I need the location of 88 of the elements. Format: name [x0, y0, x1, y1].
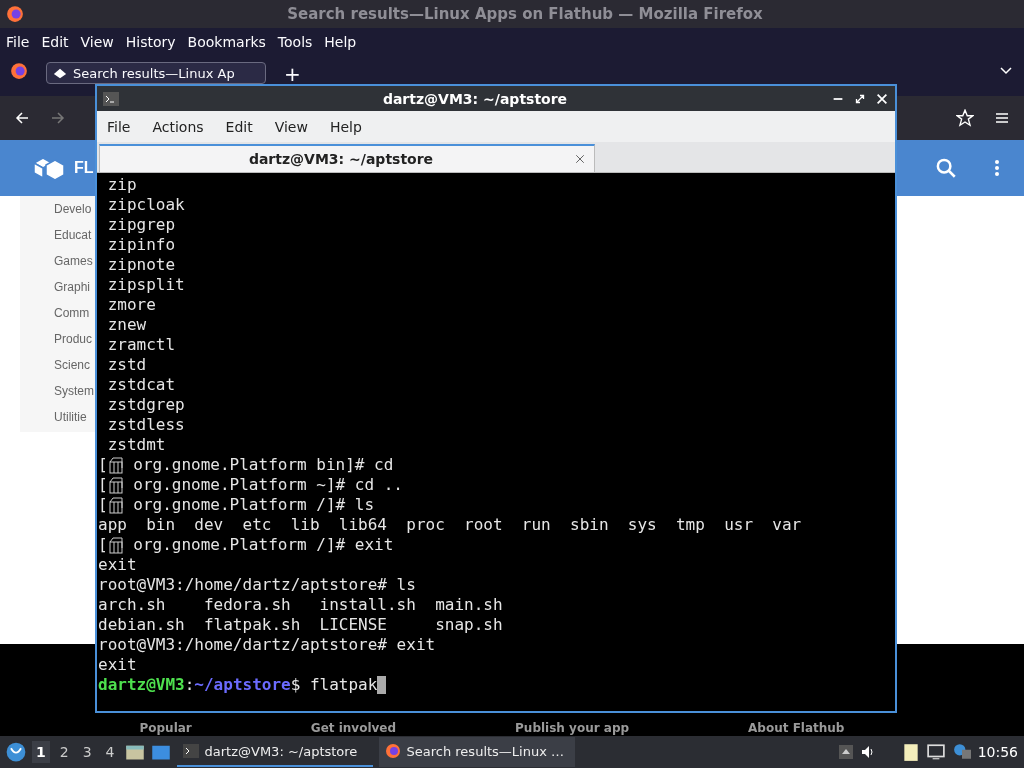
- category-link[interactable]: Scienc: [54, 358, 91, 372]
- terminal-line: zstdless: [106, 415, 185, 435]
- close-icon[interactable]: [875, 91, 889, 106]
- menu-item[interactable]: Bookmarks: [187, 34, 266, 50]
- brand-name: FL: [74, 159, 94, 177]
- terminal-line: org.gnome.Platform ~]# cd ..: [132, 475, 403, 495]
- terminal-line: debian.sh flatpak.sh LICENSE snap.sh: [98, 615, 503, 635]
- menu-item[interactable]: Edit: [41, 34, 69, 50]
- bracket-text: [: [98, 535, 108, 555]
- clipboard-icon[interactable]: [901, 742, 920, 762]
- workspace-button[interactable]: 2: [55, 741, 73, 763]
- text-cursor: [377, 676, 387, 694]
- terminal-line: zstdcat: [106, 375, 176, 395]
- terminal-line: zipsplit: [106, 275, 185, 295]
- category-link[interactable]: Develo: [54, 202, 92, 216]
- terminal-line: org.gnome.Platform /]# exit: [132, 535, 394, 555]
- terminal-line: zipnote: [106, 255, 176, 275]
- terminal-line: zstdgrep: [106, 395, 185, 415]
- footer-link[interactable]: Get involved: [310, 721, 397, 735]
- menu-item[interactable]: Edit: [225, 118, 253, 135]
- terminal-line: zramctl: [106, 335, 176, 355]
- taskbar-button[interactable]: Search results—Linux …: [378, 737, 575, 767]
- menu-item[interactable]: Tools: [277, 34, 313, 50]
- terminal-line: root@VM3:/home/dartz/aptstore# ls: [98, 575, 416, 595]
- terminal-line: zipgrep: [106, 215, 176, 235]
- menu-item[interactable]: File: [107, 118, 131, 135]
- terminal-line: org.gnome.Platform bin]# cd: [132, 455, 394, 475]
- browser-tab[interactable]: Search results—Linux Ap: [46, 62, 266, 84]
- terminal-line: root@VM3:/home/dartz/aptstore# exit: [98, 635, 436, 655]
- menu-item[interactable]: History: [125, 34, 176, 50]
- footer-link[interactable]: Publish your app: [515, 721, 630, 735]
- terminal-tab[interactable]: dartz@VM3: ~/aptstore: [99, 144, 595, 172]
- category-link[interactable]: System: [54, 384, 94, 398]
- category-link[interactable]: Utilitie: [54, 410, 87, 424]
- terminal-line: zip: [106, 175, 137, 195]
- menu-item[interactable]: View: [80, 34, 114, 50]
- menu-item[interactable]: View: [274, 118, 308, 135]
- new-tab-button[interactable]: +: [284, 62, 301, 86]
- package-icon: [107, 456, 124, 474]
- workspace-button[interactable]: 1: [32, 741, 50, 763]
- bracket-text: [: [98, 495, 108, 515]
- terminal-line: znew: [106, 315, 147, 335]
- terminal-line: zipcloak: [106, 195, 185, 215]
- category-link[interactable]: Educat: [54, 228, 92, 242]
- category-link[interactable]: Games: [54, 254, 93, 268]
- terminal-line: zstd: [106, 355, 147, 375]
- terminal-line: zstdmt: [106, 435, 166, 455]
- footer-link[interactable]: Popular: [139, 721, 192, 735]
- package-icon: [107, 536, 124, 554]
- menu-item[interactable]: Help: [329, 118, 362, 135]
- menu-item[interactable]: Help: [324, 34, 357, 50]
- terminal-line: app bin dev etc lib lib64 proc root run sbin sys tmp usr var: [98, 515, 802, 535]
- bracket-text: [: [98, 475, 108, 495]
- footer-link[interactable]: About Flathub: [748, 721, 845, 735]
- search-icon[interactable]: [936, 158, 956, 178]
- terminal-icon: [182, 743, 199, 759]
- category-link[interactable]: Graphi: [54, 280, 91, 294]
- forward-arrow-icon[interactable]: [50, 110, 66, 126]
- star-icon[interactable]: [956, 109, 974, 127]
- terminal-line: org.gnome.Platform /]# ls: [132, 495, 375, 515]
- terminal-line: arch.sh fedora.sh install.sh main.sh: [98, 595, 503, 615]
- network-icon[interactable]: [925, 743, 946, 761]
- window-title: Search results—Linux Apps on Flathub — Mozilla Firefox: [286, 5, 764, 23]
- terminal-line: zipinfo: [106, 235, 176, 255]
- package-icon: [107, 496, 124, 514]
- prompt-command: $ flatpak: [290, 675, 378, 695]
- terminal-line: exit: [98, 655, 137, 675]
- menu-item[interactable]: File: [6, 34, 30, 50]
- kebab-menu-icon[interactable]: [994, 159, 1000, 177]
- clock: 10:56: [977, 744, 1018, 760]
- workspace-button[interactable]: 3: [78, 741, 96, 763]
- category-link[interactable]: Comm: [54, 306, 90, 320]
- prompt-user: dartz@VM3: [98, 675, 185, 695]
- menu-icon[interactable]: [994, 110, 1010, 126]
- terminal-line: exit: [98, 555, 137, 575]
- bracket-text: [: [98, 455, 108, 475]
- prompt-path: ~/aptstore: [194, 675, 291, 695]
- speaker-icon[interactable]: [859, 744, 876, 760]
- prompt-separator: :: [184, 675, 195, 695]
- workspace-button[interactable]: 4: [101, 741, 119, 763]
- category-link[interactable]: Produc: [54, 332, 93, 346]
- terminal-icon: [103, 90, 119, 107]
- window-title: dartz@VM3: ~/aptstore: [381, 90, 569, 107]
- terminal-line: zmore: [106, 295, 156, 315]
- back-arrow-icon[interactable]: [14, 110, 30, 126]
- package-icon: [107, 476, 124, 494]
- menu-item[interactable]: Actions: [152, 118, 204, 135]
- start-menu-icon[interactable]: [6, 742, 26, 762]
